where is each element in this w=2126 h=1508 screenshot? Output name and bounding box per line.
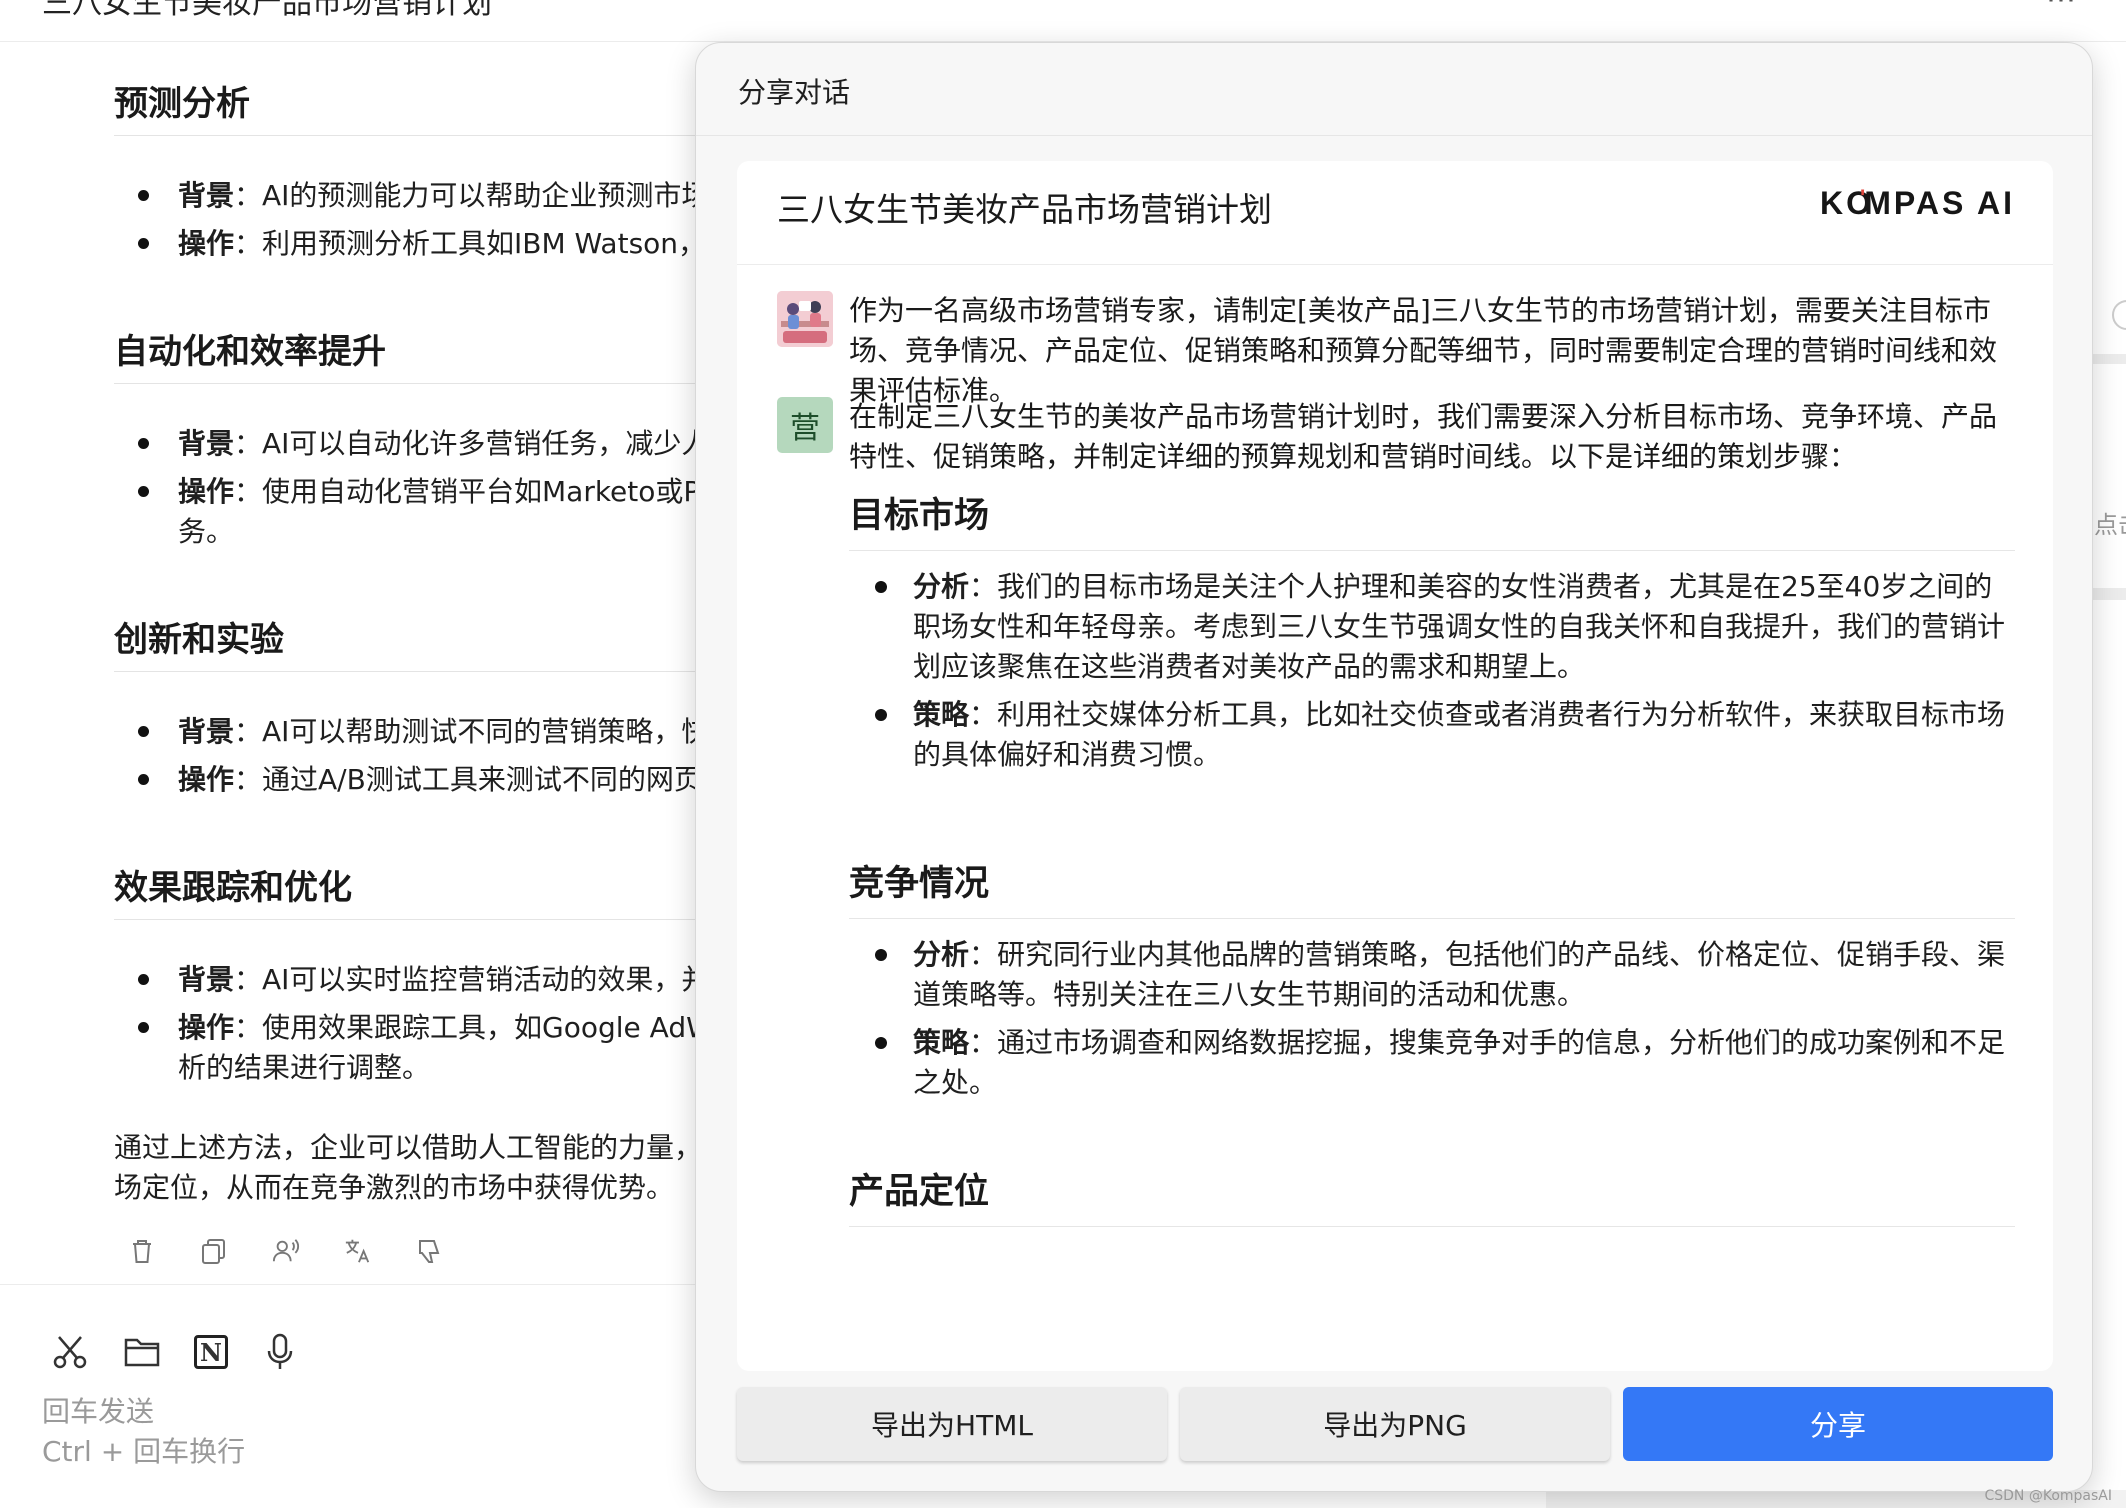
send-hint: 回车发送: [42, 1395, 155, 1428]
list-item: 策略：通过市场调查和网络数据挖掘，搜集竞争对手的信息，分析他们的成功案例和不足 …: [849, 1023, 2015, 1103]
share-dialog: 分享对话 三八女生节美妆产品市场营销计划 KO'MPAS AI 作为一名高级市场…: [695, 42, 2093, 1492]
message-actions: [128, 1236, 444, 1266]
voice-icon[interactable]: [272, 1236, 300, 1266]
copy-icon[interactable]: [200, 1236, 228, 1266]
thumbs-down-icon[interactable]: [416, 1236, 444, 1266]
folder-icon[interactable]: [122, 1332, 162, 1372]
ai-message-line: 特性、促销策略，并制定详细的预算规划和营销时间线。以下是详细的策划步骤：: [849, 440, 1858, 473]
user-avatar: [777, 291, 833, 347]
section-heading: 产品定位: [849, 1163, 2015, 1227]
list-item: 分析：我们的目标市场是关注个人护理和美容的女性消费者，尤其是在25至40岁之间的…: [849, 567, 2015, 687]
section-heading: 竞争情况: [849, 855, 2015, 919]
dialog-separator: [696, 135, 2092, 136]
list-item: 策略：利用社交媒体分析工具，比如社交侦查或者消费者行为分析软件，来获取目标市场 …: [849, 695, 2015, 775]
window-title: 三八女生节美妆产品市场营销计划: [42, 0, 492, 21]
share-preview-card[interactable]: 三八女生节美妆产品市场营销计划 KO'MPAS AI 作为一名高级市场营销专家，…: [737, 161, 2053, 1371]
section-list: 分析：研究同行业内其他品牌的营销策略，包括他们的产品线、价格定位、促销手段、渠 …: [849, 935, 2015, 1111]
section-heading: 目标市场: [849, 487, 2015, 551]
section-list: 分析：我们的目标市场是关注个人护理和美容的女性消费者，尤其是在25至40岁之间的…: [849, 567, 2015, 783]
input-toolbar: N: [50, 1332, 300, 1372]
user-message: 作为一名高级市场营销专家，请制定[美妆产品]三八女生节的市场营销计划，需要关注目…: [777, 291, 2017, 411]
share-button[interactable]: 分享: [1623, 1387, 2053, 1461]
window-titlebar: 三八女生节美妆产品市场营销计划 ⋯: [0, 0, 2126, 42]
list-item: 分析：研究同行业内其他品牌的营销策略，包括他们的产品线、价格定位、促销手段、渠 …: [849, 935, 2015, 1015]
divider: [0, 1284, 700, 1285]
translate-icon[interactable]: [344, 1236, 372, 1266]
scissors-icon[interactable]: [50, 1332, 90, 1372]
more-options-icon[interactable]: ⋯: [2046, 0, 2076, 17]
notion-icon[interactable]: N: [194, 1335, 228, 1369]
newline-hint: Ctrl + 回车换行: [42, 1435, 246, 1468]
ai-message-line: 在制定三八女生节的美妆产品市场营销计划时，我们需要深入分析目标市场、竞争环境、产…: [849, 400, 1998, 433]
right-panel-text: 点击: [2094, 511, 2126, 539]
ai-message: 营 在制定三八女生节的美妆产品市场营销计划时，我们需要深入分析目标市场、竞争环境…: [777, 397, 2017, 477]
card-header: 三八女生节美妆产品市场营销计划 KO'MPAS AI: [737, 161, 2053, 265]
user-message-line: 作为一名高级市场营销专家，请制定[美妆产品]三八女生节的市场营销计划，需要关注目…: [849, 294, 1991, 327]
export-png-button[interactable]: 导出为PNG: [1180, 1387, 1610, 1461]
trash-icon[interactable]: [128, 1236, 156, 1266]
user-message-line: 场、竞争情况、产品定位、促销策略和预算分配等细节，同时需要制定合理的营销时间线和…: [849, 334, 1998, 367]
watermark: CSDN @KompasAI: [1984, 1488, 2112, 1504]
kompas-logo: KO'MPAS AI: [1819, 185, 2015, 221]
export-html-button[interactable]: 导出为HTML: [737, 1387, 1167, 1461]
right-panel-divider: [2090, 588, 2126, 600]
right-panel-divider: [2090, 354, 2126, 364]
ai-avatar: 营: [777, 397, 833, 453]
microphone-icon[interactable]: [260, 1332, 300, 1372]
card-title: 三八女生节美妆产品市场营销计划: [777, 190, 1272, 229]
right-panel-control[interactable]: [2112, 300, 2126, 330]
dialog-title: 分享对话: [738, 76, 851, 109]
